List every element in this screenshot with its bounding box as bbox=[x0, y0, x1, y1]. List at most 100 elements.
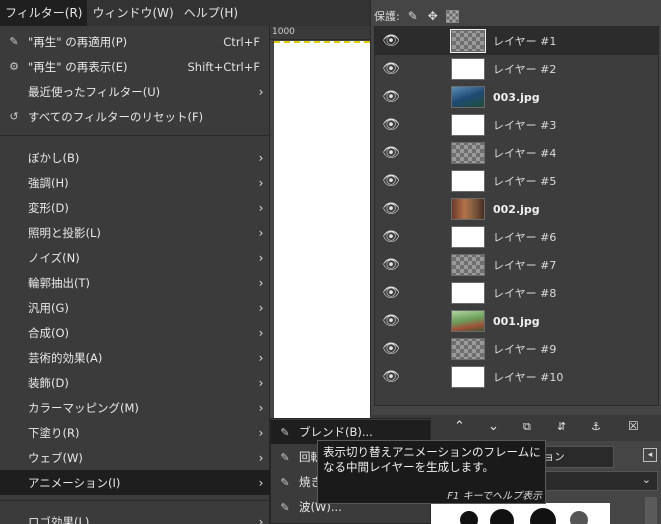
layer-thumbnail[interactable] bbox=[451, 86, 485, 108]
menu-item-render[interactable]: 下塗り(R) › bbox=[0, 420, 270, 445]
menu-item-edge-detect[interactable]: 輪郭抽出(T) › bbox=[0, 270, 270, 295]
raise-layer-icon[interactable]: ⌃ bbox=[454, 419, 465, 434]
menu-item-logos[interactable]: ロゴ効果(L) › bbox=[0, 509, 270, 524]
lock-bar: 保護: ✎ ✥ bbox=[371, 6, 459, 26]
menu-help[interactable]: ヘルプ(H) bbox=[179, 0, 243, 26]
layer-name[interactable]: レイヤー #8 bbox=[493, 285, 556, 301]
menu-item-noise[interactable]: ノイズ(N) › bbox=[0, 245, 270, 270]
layer-row[interactable]: 👁 002.jpg bbox=[375, 195, 658, 223]
menu-item-light-shadow[interactable]: 照明と投影(L) › bbox=[0, 220, 270, 245]
brush-preview[interactable] bbox=[430, 503, 610, 524]
visibility-eye-icon[interactable]: 👁 bbox=[381, 174, 401, 188]
layer-thumbnail[interactable] bbox=[451, 310, 485, 332]
visibility-eye-icon[interactable]: 👁 bbox=[381, 258, 401, 272]
visibility-eye-icon[interactable]: 👁 bbox=[381, 314, 401, 328]
dock-menu-icon[interactable]: ◂ bbox=[643, 448, 657, 462]
visibility-eye-icon[interactable]: 👁 bbox=[381, 146, 401, 160]
visibility-eye-icon[interactable]: 👁 bbox=[381, 370, 401, 384]
tooltip: 表示切り替えアニメーションのフレームになる中間レイヤーを生成します。 F1 キー… bbox=[317, 440, 546, 504]
menu-item-animation[interactable]: アニメーション(I) › bbox=[0, 470, 270, 495]
menu-item-combine[interactable]: 合成(O) › bbox=[0, 320, 270, 345]
lower-layer-icon[interactable]: ⌄ bbox=[488, 419, 499, 434]
layer-row[interactable]: 👁 レイヤー #5 bbox=[375, 167, 658, 195]
layer-thumbnail[interactable] bbox=[451, 170, 485, 192]
layer-row[interactable]: 👁 レイヤー #2 bbox=[375, 55, 658, 83]
visibility-eye-icon[interactable]: 👁 bbox=[381, 62, 401, 76]
layer-thumbnail[interactable] bbox=[451, 198, 485, 220]
menu-item-decor[interactable]: 装飾(D) › bbox=[0, 370, 270, 395]
layer-thumbnail[interactable] bbox=[451, 58, 485, 80]
layer-name[interactable]: 002.jpg bbox=[493, 203, 540, 216]
layer-row[interactable]: 👁 レイヤー #9 bbox=[375, 335, 658, 363]
tooltip-help-hint: F1 キーでヘルプ表示 bbox=[447, 491, 542, 502]
layer-row[interactable]: 👁 001.jpg bbox=[375, 307, 658, 335]
layer-name[interactable]: レイヤー #1 bbox=[493, 33, 556, 49]
layer-row[interactable]: 👁 レイヤー #3 bbox=[375, 111, 658, 139]
layer-name[interactable]: レイヤー #7 bbox=[493, 257, 556, 273]
menu-item-map[interactable]: カラーマッピング(M) › bbox=[0, 395, 270, 420]
layer-name[interactable]: レイヤー #2 bbox=[493, 61, 556, 77]
layer-name[interactable]: レイヤー #6 bbox=[493, 229, 556, 245]
visibility-eye-icon[interactable]: 👁 bbox=[381, 202, 401, 216]
menu-item-enhance[interactable]: 強調(H) › bbox=[0, 170, 270, 195]
menu-windows[interactable]: ウィンドウ(W) bbox=[87, 0, 178, 26]
visibility-eye-icon[interactable]: 👁 bbox=[381, 34, 401, 48]
layer-name[interactable]: レイヤー #3 bbox=[493, 117, 556, 133]
layer-row[interactable]: 👁 レイヤー #1 bbox=[375, 27, 658, 55]
visibility-eye-icon[interactable]: 👁 bbox=[381, 118, 401, 132]
delete-layer-icon[interactable]: ☒ bbox=[628, 419, 639, 433]
layer-row[interactable]: 👁 レイヤー #8 bbox=[375, 279, 658, 307]
menu-item-blur[interactable]: ぼかし(B) › bbox=[0, 145, 270, 170]
anchor-layer-icon[interactable]: ⚓ bbox=[591, 420, 601, 433]
chevron-right-icon: › bbox=[258, 514, 264, 524]
menu-item-web[interactable]: ウェブ(W) › bbox=[0, 445, 270, 470]
lock-pixels-icon[interactable]: ✎ bbox=[406, 9, 420, 23]
layer-name[interactable]: 001.jpg bbox=[493, 315, 540, 328]
menu-item-recent-filters[interactable]: 最近使ったフィルター(U) › bbox=[0, 79, 270, 104]
lock-position-icon[interactable]: ✥ bbox=[426, 9, 440, 23]
menu-item-artistic[interactable]: 芸術的効果(A) › bbox=[0, 345, 270, 370]
menu-filters[interactable]: フィルター(R) bbox=[0, 0, 88, 26]
scrollbar[interactable] bbox=[645, 497, 657, 524]
layer-row[interactable]: 👁 レイヤー #10 bbox=[375, 363, 658, 391]
menu-item-label: 下塗り(R) bbox=[28, 425, 80, 440]
layer-row[interactable]: 👁 レイヤー #6 bbox=[375, 223, 658, 251]
menu-item-distorts[interactable]: 変形(D) › bbox=[0, 195, 270, 220]
layer-row[interactable]: 👁 003.jpg bbox=[375, 83, 658, 111]
layer-thumbnail[interactable] bbox=[451, 114, 485, 136]
layer-list[interactable]: 👁 レイヤー #1 👁 レイヤー #2 👁 003.jpg 👁 レイヤー #3 👁 レイヤー #4… bbox=[374, 26, 659, 406]
layer-thumbnail[interactable] bbox=[451, 254, 485, 276]
layer-name[interactable]: レイヤー #4 bbox=[493, 145, 556, 161]
visibility-eye-icon[interactable]: 👁 bbox=[381, 342, 401, 356]
menu-item-reapply[interactable]: ✎ "再生" の再適用(P) Ctrl+F bbox=[0, 29, 270, 54]
chevron-right-icon: › bbox=[258, 300, 264, 315]
image-canvas[interactable] bbox=[274, 41, 370, 419]
visibility-eye-icon[interactable]: 👁 bbox=[381, 90, 401, 104]
layer-thumbnail[interactable] bbox=[450, 29, 486, 53]
layer-name[interactable]: レイヤー #9 bbox=[493, 341, 556, 357]
visibility-eye-icon[interactable]: 👁 bbox=[381, 230, 401, 244]
duplicate-layer-icon[interactable]: ⧉ bbox=[523, 420, 531, 434]
layer-thumbnail[interactable] bbox=[451, 338, 485, 360]
layer-name[interactable]: 003.jpg bbox=[493, 91, 540, 104]
layer-thumbnail[interactable] bbox=[451, 366, 485, 388]
layer-row[interactable]: 👁 レイヤー #4 bbox=[375, 139, 658, 167]
menu-item-reset-filters[interactable]: ↺ すべてのフィルターのリセット(F) bbox=[0, 104, 270, 129]
layer-name[interactable]: レイヤー #5 bbox=[493, 173, 556, 189]
layer-name[interactable]: レイヤー #10 bbox=[493, 369, 563, 385]
menu-separator bbox=[0, 135, 270, 136]
filter-icon: ✎ bbox=[280, 475, 290, 489]
menu-item-reshow[interactable]: ⚙ "再生" の再表示(E) Shift+Ctrl+F bbox=[0, 54, 270, 79]
menu-item-label: "再生" の再適用(P) bbox=[28, 34, 128, 49]
merge-down-icon[interactable]: ⇵ bbox=[557, 420, 566, 433]
layer-thumbnail[interactable] bbox=[451, 226, 485, 248]
lock-alpha-icon[interactable] bbox=[445, 9, 459, 23]
layer-thumbnail[interactable] bbox=[451, 142, 485, 164]
layer-row[interactable]: 👁 レイヤー #7 bbox=[375, 251, 658, 279]
visibility-eye-icon[interactable]: 👁 bbox=[381, 286, 401, 300]
layer-thumbnail[interactable] bbox=[451, 282, 485, 304]
dock-select[interactable]: ⌄ bbox=[530, 471, 658, 491]
filter-icon: ✎ bbox=[280, 450, 290, 464]
menu-item-generic[interactable]: 汎用(G) › bbox=[0, 295, 270, 320]
menu-item-label: ブレンド(B)... bbox=[299, 425, 373, 439]
